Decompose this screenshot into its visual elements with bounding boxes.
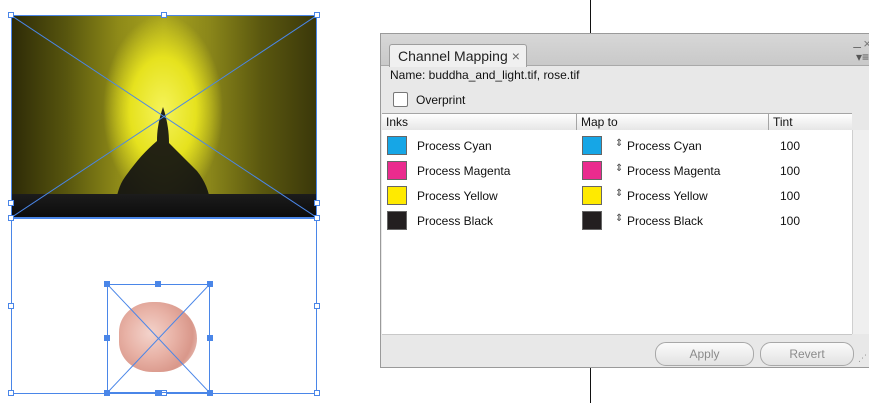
resize-handle[interactable] [8,215,14,221]
table-row[interactable]: Process Magenta ⇕ Process Magenta 100 [382,158,852,183]
resize-handle[interactable] [314,215,320,221]
resize-handle[interactable] [161,12,167,18]
rose-frame-selection[interactable] [107,284,210,393]
ink-name: Process Magenta [417,164,511,178]
revert-button[interactable]: Revert [760,342,854,366]
map-to-select[interactable]: Process Black [627,214,703,228]
resize-handle[interactable] [314,12,320,18]
resize-handle[interactable] [314,390,320,396]
overprint-option[interactable]: Overprint [393,92,465,107]
chevron-updown-icon[interactable]: ⇕ [615,163,623,174]
column-header-map-to[interactable]: Map to [577,114,769,130]
map-swatch [582,211,602,230]
resize-handle[interactable] [8,200,14,206]
chevron-updown-icon[interactable]: ⇕ [615,188,623,199]
column-header-tint[interactable]: Tint [769,114,852,130]
guide-line-bottom [590,368,591,403]
resize-handle[interactable] [207,335,213,341]
table-row[interactable]: Process Cyan ⇕ Process Cyan 100 [382,133,852,158]
menu-icon[interactable]: ▾≡ [856,50,869,64]
resize-handle[interactable] [314,200,320,206]
tint-value: 100 [780,164,801,178]
resize-handle[interactable] [8,303,14,309]
ink-swatch [387,136,407,155]
resize-handle[interactable] [8,390,14,396]
ink-swatch [387,186,407,205]
resize-handle[interactable] [314,303,320,309]
close-icon[interactable]: × [512,45,520,67]
resize-handle[interactable] [155,281,161,287]
panel-tab-strip: Channel Mapping × – ▾≡ × [381,34,869,67]
resize-handle[interactable] [104,390,110,396]
resize-handle[interactable] [8,12,14,18]
table-scrollbar[interactable] [852,130,869,334]
frame-cross-lines [12,16,316,217]
ink-name: Process Black [417,214,494,228]
map-to-select[interactable]: Process Cyan [627,139,702,153]
ink-name: Process Cyan [417,139,492,153]
table-row[interactable]: Process Black ⇕ Process Black 100 [382,208,852,233]
tint-value: 100 [780,189,801,203]
tab-title: Channel Mapping [398,48,508,64]
tint-value: 100 [780,139,801,153]
ink-swatch [387,211,407,230]
panel-close-icon[interactable]: × [863,36,869,51]
chevron-updown-icon[interactable]: ⇕ [615,138,623,149]
resize-handle[interactable] [104,281,110,287]
name-label: Name: buddha_and_light.tif, rose.tif [390,68,580,82]
table-header: Inks Map to Tint [382,113,852,131]
resize-handle[interactable] [207,390,213,396]
column-header-inks[interactable]: Inks [382,114,577,130]
guide-line-top [590,0,591,34]
map-to-select[interactable]: Process Yellow [627,189,708,203]
resize-handle[interactable] [104,335,110,341]
overprint-checkbox[interactable] [393,92,408,107]
ink-name: Process Yellow [417,189,498,203]
map-swatch [582,136,602,155]
tint-value: 100 [780,214,801,228]
resize-handle[interactable] [155,390,161,396]
table-row[interactable]: Process Yellow ⇕ Process Yellow 100 [382,183,852,208]
frame-cross-lines [108,285,209,392]
image-rose[interactable] [104,281,213,396]
map-swatch [582,161,602,180]
map-swatch [582,186,602,205]
resize-grip-icon[interactable]: ⋰ [858,353,867,364]
overprint-label: Overprint [416,92,466,107]
channel-mapping-panel: Channel Mapping × – ▾≡ × Name: buddha_an… [380,33,869,368]
buddha-frame-selection[interactable] [11,15,317,218]
tab-channel-mapping[interactable]: Channel Mapping × [389,44,527,67]
ink-table: Process Cyan ⇕ Process Cyan 100 Process … [382,130,852,335]
ink-swatch [387,161,407,180]
apply-button[interactable]: Apply [655,342,754,366]
chevron-updown-icon[interactable]: ⇕ [615,213,623,224]
resize-handle[interactable] [207,281,213,287]
map-to-select[interactable]: Process Magenta [627,164,720,178]
